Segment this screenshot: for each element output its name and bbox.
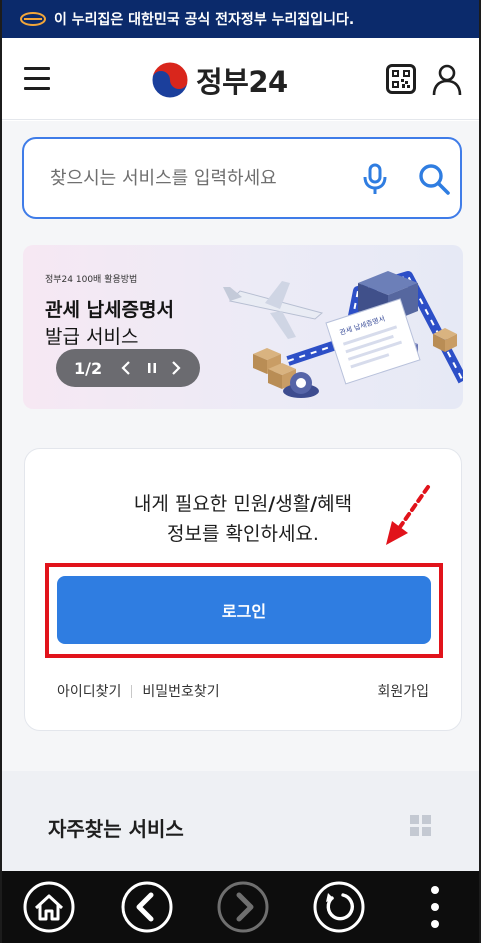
- back-icon[interactable]: [120, 880, 174, 934]
- login-prompt-part2: 생활: [275, 493, 311, 515]
- logo-text: 정부24: [196, 65, 288, 99]
- official-site-text: 이 누리집은 대한민국 공식 전자정부 누리집입니다.: [54, 12, 355, 28]
- gov-mark-icon: [20, 12, 46, 26]
- red-arrow-annotation: [386, 485, 430, 545]
- promo-title-line2: 발급 서비스: [45, 326, 139, 348]
- user-icon[interactable]: [432, 64, 462, 96]
- home-icon[interactable]: [22, 880, 76, 934]
- promo-small-label: 정부24 100배 활용방법: [45, 275, 138, 285]
- account-links: 아이디찾기 비밀번호찾기: [57, 681, 220, 701]
- prev-slide-icon[interactable]: [116, 358, 136, 378]
- faq-title: 자주찾는 서비스: [48, 817, 184, 841]
- refresh-icon[interactable]: [312, 880, 366, 934]
- promo-illustration: 관세 납세증명서: [223, 271, 463, 398]
- faq-section: 자주찾는 서비스: [2, 771, 479, 871]
- microphone-icon[interactable]: [360, 163, 390, 195]
- promo-pager: 1/2: [56, 349, 200, 387]
- promo-banner[interactable]: 정부24 100배 활용방법 관세 납세증명서 발급 서비스 1/2 관세 납세…: [23, 245, 463, 409]
- login-prompt-line2: 정보를 확인하세요.: [167, 523, 319, 545]
- pause-icon[interactable]: [142, 358, 162, 378]
- bottom-navigation-bar: [2, 871, 479, 943]
- search-box: [22, 137, 462, 219]
- taegeuk-emblem-icon: [151, 61, 189, 99]
- grid-icon[interactable]: [410, 815, 432, 837]
- promo-title-line1: 관세 납세증명서: [45, 299, 174, 321]
- find-id-link[interactable]: 아이디찾기: [57, 681, 121, 701]
- menu-icon[interactable]: [24, 67, 50, 90]
- app-frame: 이 누리집은 대한민국 공식 전자정부 누리집입니다. 정부24 찾으시는 서비…: [0, 0, 481, 943]
- find-password-link[interactable]: 비밀번호찾기: [142, 681, 219, 701]
- search-icon[interactable]: [418, 163, 450, 195]
- next-slide-icon[interactable]: [166, 358, 186, 378]
- header: 정부24: [2, 38, 479, 120]
- login-prompt-part3: 혜택: [317, 493, 353, 515]
- main-content: 정부24 100배 활용방법 관세 납세증명서 발급 서비스 1/2: [2, 121, 479, 871]
- signup-link[interactable]: 회원가입: [377, 681, 429, 701]
- login-button[interactable]: 로그인: [57, 576, 431, 644]
- divider: [131, 684, 133, 698]
- login-prompt-part1: 내게 필요한 민원: [133, 493, 269, 515]
- more-icon[interactable]: [408, 880, 462, 934]
- search-input[interactable]: [50, 139, 350, 217]
- qr-code-icon[interactable]: [386, 64, 416, 94]
- logo[interactable]: 정부24: [150, 58, 288, 102]
- promo-pager-count: 1/2: [74, 358, 103, 378]
- forward-icon[interactable]: [216, 880, 270, 934]
- official-site-banner: 이 누리집은 대한민국 공식 전자정부 누리집입니다.: [2, 0, 479, 38]
